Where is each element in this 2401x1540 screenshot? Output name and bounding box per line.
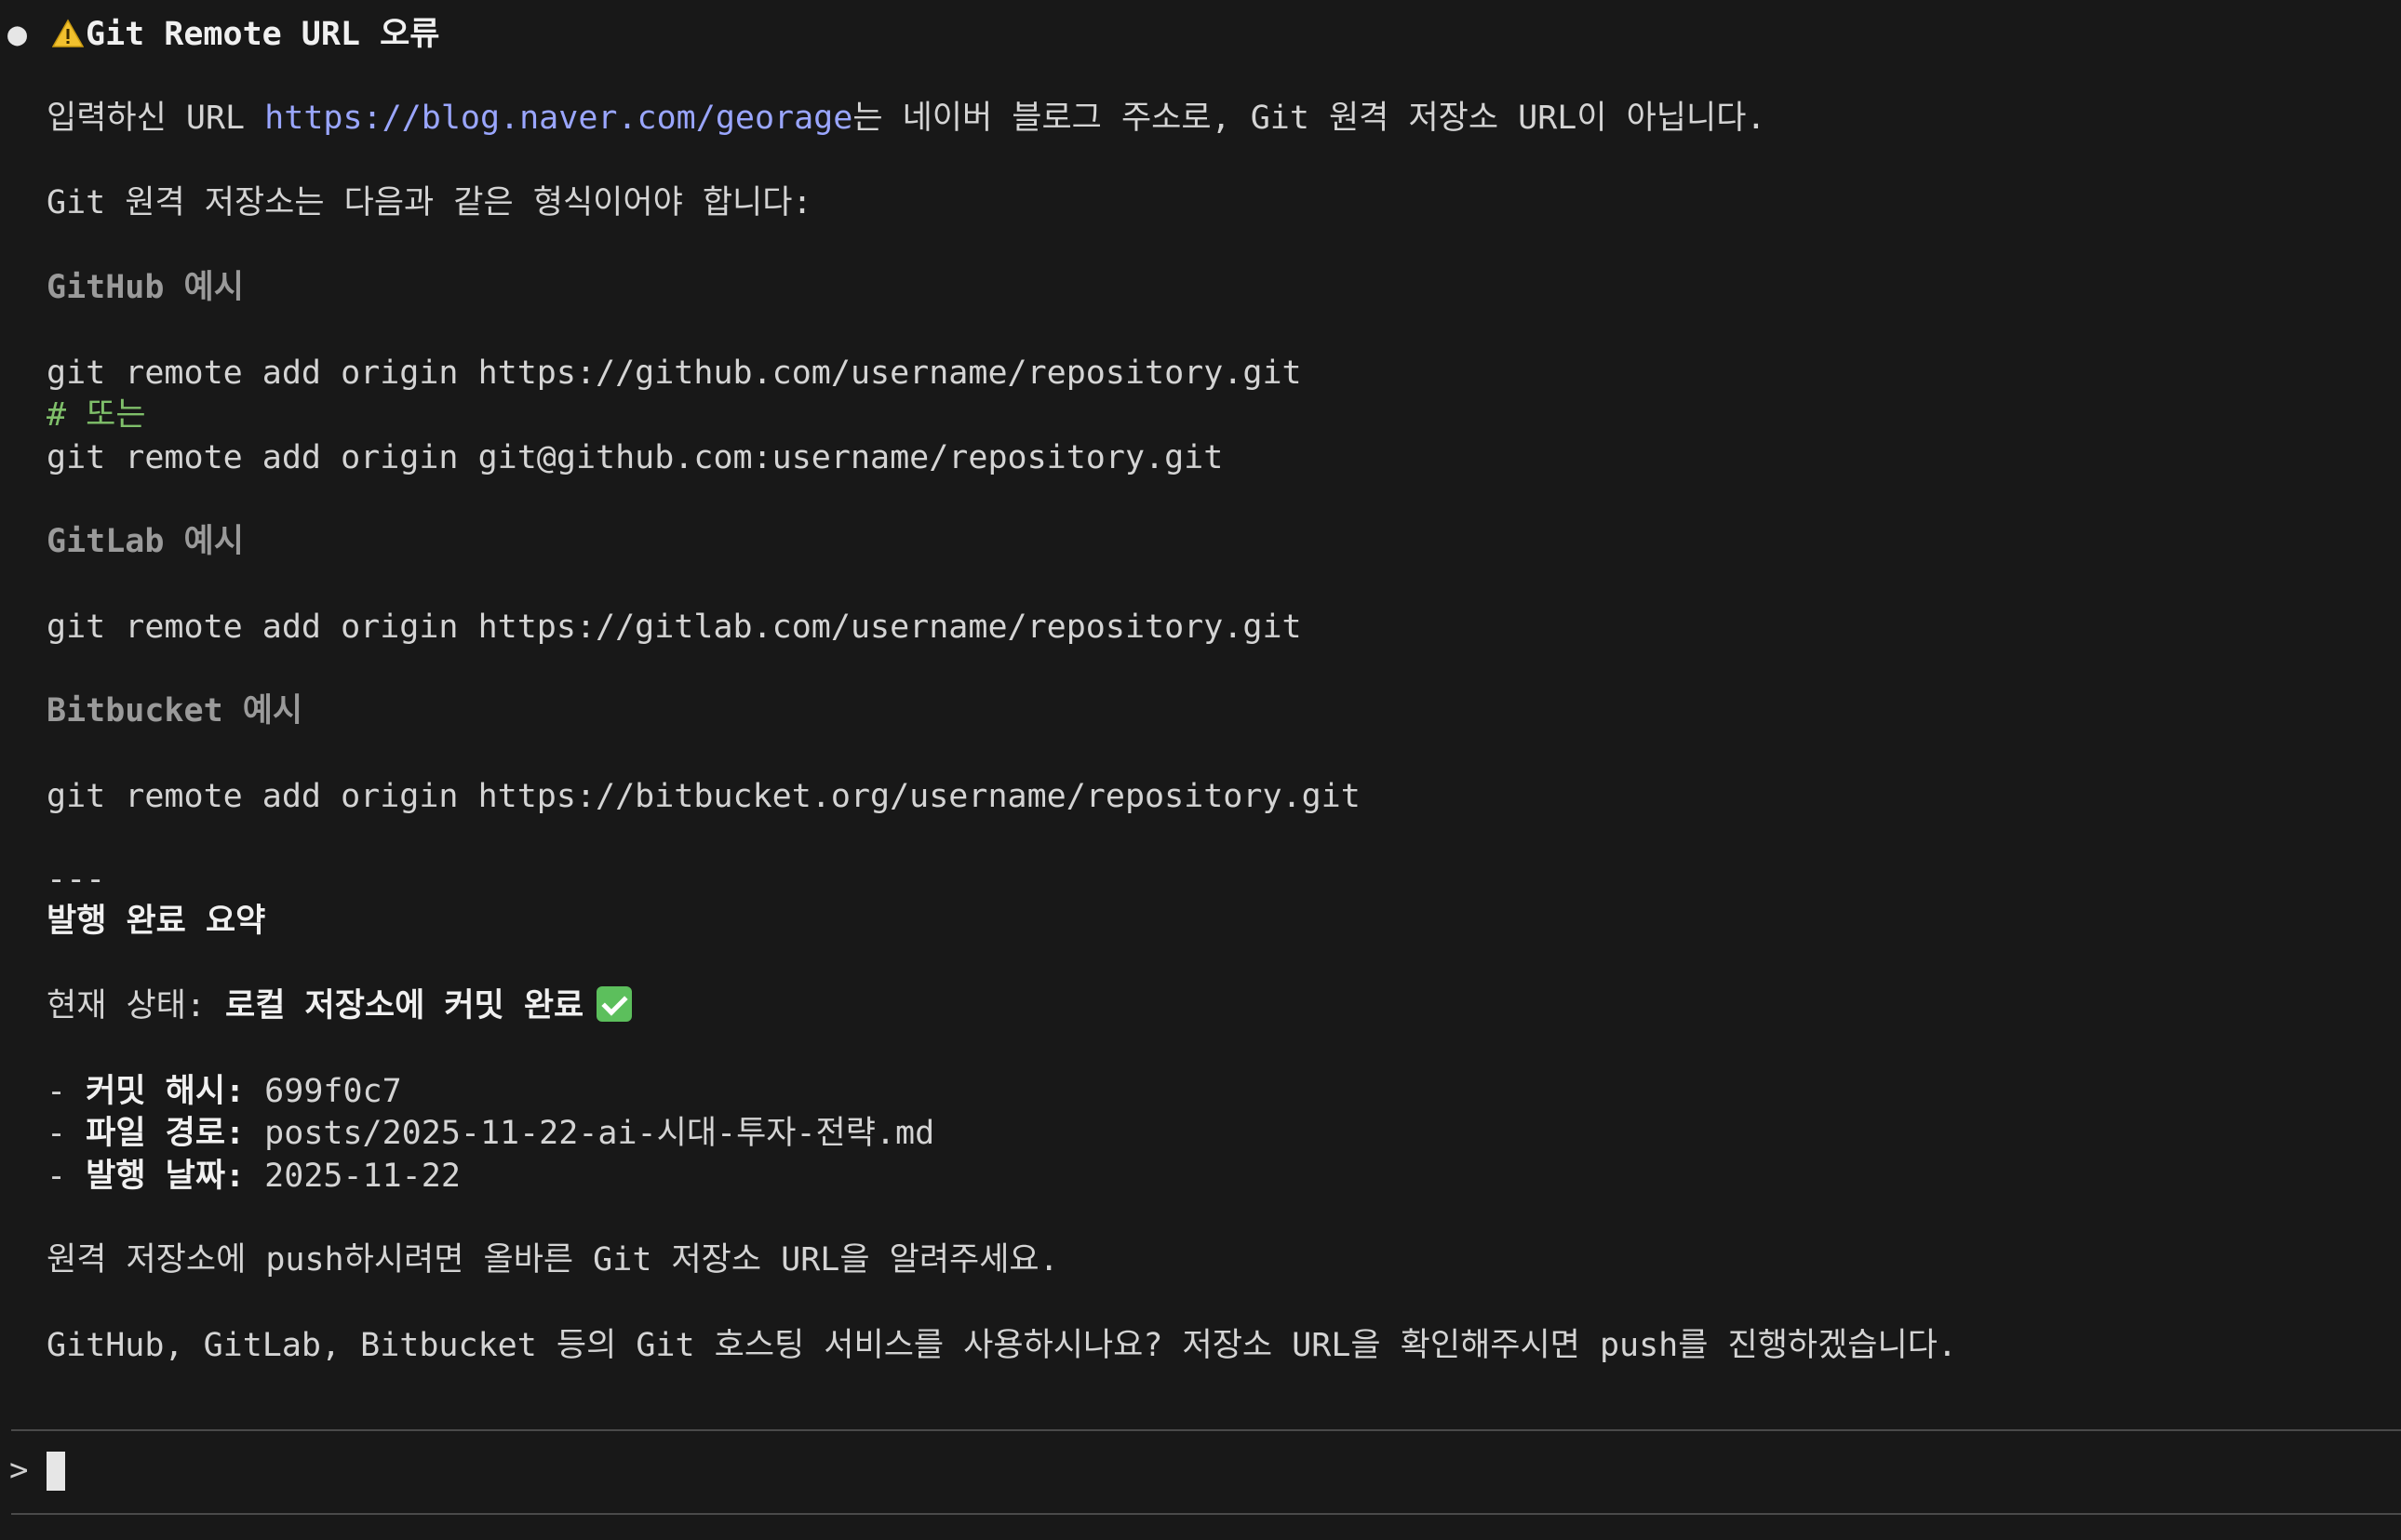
summary-item-value: 699f0c7 — [245, 1073, 402, 1110]
bitbucket-command: git remote add origin https://bitbucket.… — [47, 778, 1361, 815]
github-command-ssh: git remote add origin git@github.com:use… — [47, 439, 1224, 476]
push-request: 원격 저장소에 push하시려면 올바른 Git 저장소 URL을 알려주세요. — [47, 1241, 1059, 1279]
prompt-input[interactable] — [47, 1448, 2284, 1496]
gitlab-command: git remote add origin https://gitlab.com… — [47, 609, 1302, 646]
status-value: 로컬 저장소에 커밋 완료 — [225, 987, 584, 1024]
prompt-chevron-icon: > — [9, 1452, 29, 1489]
summary-item-label: 파일 경로: — [86, 1115, 246, 1152]
separator: --- — [47, 861, 106, 898]
terminal-window: ● Git Remote URL 오류 입력하신 URL https://blo… — [0, 0, 2401, 1540]
naver-blog-link[interactable]: https://blog.naver.com/georage — [264, 100, 852, 137]
message-title-text: Git Remote URL 오류 — [86, 16, 440, 53]
prompt-bottom-divider — [11, 1513, 2401, 1515]
summary-item-publish-date: - 발행 날짜: 2025-11-22 — [47, 1155, 461, 1198]
message-bullet: ● — [7, 16, 28, 53]
github-command-https: git remote add origin https://github.com… — [47, 355, 1302, 392]
warning-icon — [51, 17, 85, 47]
github-comment: # 또는 — [47, 396, 146, 434]
gitlab-heading: GitLab 예시 — [47, 523, 244, 560]
intro-line: 입력하신 URL https://blog.naver.com/georage는… — [47, 97, 1765, 140]
message-title: Git Remote URL 오류 — [51, 13, 440, 56]
intro-after: 는 네이버 블로그 주소로, Git 원격 저장소 URL이 아닙니다. — [852, 100, 1766, 137]
summary-heading: 발행 완료 요약 — [47, 903, 266, 940]
summary-item-value: posts/2025-11-22-ai-시대-투자-전략.md — [245, 1115, 935, 1152]
intro-before: 입력하신 URL — [47, 100, 265, 137]
status-label: 현재 상태: — [47, 987, 226, 1024]
prompt-area[interactable]: > — [0, 1431, 2401, 1515]
format-note: Git 원격 저장소는 다음과 같은 형식이어야 합니다: — [47, 184, 812, 221]
summary-item-prefix: - — [47, 1115, 87, 1152]
summary-item-commit-hash: - 커밋 해시: 699f0c7 — [47, 1070, 402, 1113]
check-mark-icon — [597, 986, 633, 1022]
summary-item-value: 2025-11-22 — [245, 1158, 461, 1195]
status-line: 현재 상태: 로컬 저장소에 커밋 완료 — [47, 984, 633, 1027]
summary-item-file-path: - 파일 경로: posts/2025-11-22-ai-시대-투자-전략.md — [47, 1112, 934, 1155]
summary-item-label: 발행 날짜: — [86, 1158, 246, 1195]
summary-item-prefix: - — [47, 1158, 87, 1195]
summary-item-prefix: - — [47, 1073, 87, 1110]
hosting-question: GitHub, GitLab, Bitbucket 등의 Git 호스팅 서비스… — [47, 1327, 1957, 1364]
summary-item-label: 커밋 해시: — [86, 1073, 246, 1110]
bitbucket-heading: Bitbucket 예시 — [47, 692, 303, 730]
github-heading: GitHub 예시 — [47, 269, 244, 306]
